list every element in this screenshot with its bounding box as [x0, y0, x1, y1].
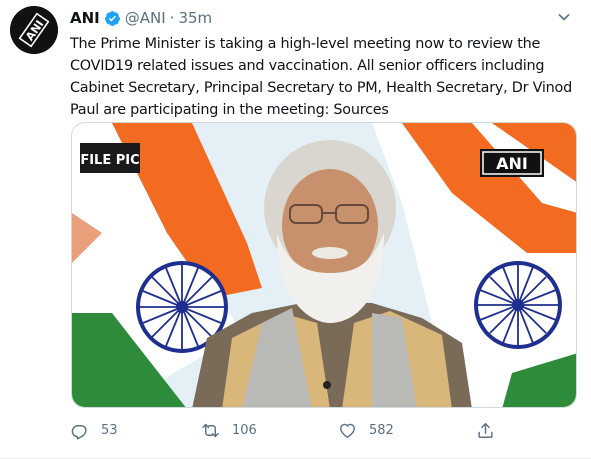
- author-name[interactable]: ANI: [70, 9, 100, 27]
- retweet-count: 106: [232, 422, 257, 438]
- heart-icon: [340, 423, 355, 438]
- ani-logo-icon: ANI: [10, 6, 58, 54]
- avatar[interactable]: ANI: [10, 6, 58, 54]
- separator-dot: ·: [169, 9, 175, 27]
- chevron-down-icon: [558, 14, 570, 21]
- timestamp[interactable]: 35m: [178, 9, 212, 27]
- file-pic-label: FILE PIC: [80, 153, 139, 168]
- author-handle[interactable]: @ANI: [125, 9, 166, 27]
- verified-badge-icon: [104, 10, 120, 26]
- reply-button[interactable]: 53: [70, 416, 118, 444]
- like-button[interactable]: 582: [338, 416, 394, 444]
- tweet-header: ANI @ANI · 35m: [70, 7, 212, 29]
- retweet-icon: [202, 423, 219, 437]
- share-button[interactable]: [476, 416, 495, 444]
- tweet[interactable]: ANI ANI @ANI · 35m The Prime Minister is…: [0, 0, 591, 459]
- share-icon: [478, 422, 493, 438]
- retweet-button[interactable]: 106: [201, 416, 257, 444]
- tweet-media[interactable]: FILE PIC ANI: [71, 122, 577, 408]
- ani-watermark: ANI: [480, 149, 544, 177]
- reply-count: 53: [101, 422, 118, 438]
- tweet-actions: 53 106 582: [70, 416, 510, 444]
- media-photo: FILE PIC ANI: [72, 123, 576, 407]
- like-count: 582: [369, 422, 394, 438]
- file-pic-badge: FILE PIC: [80, 143, 140, 173]
- tweet-text: The Prime Minister is taking a high-leve…: [70, 36, 572, 118]
- reply-icon: [71, 424, 87, 440]
- more-options-button[interactable]: [549, 6, 579, 28]
- ani-watermark-label: ANI: [496, 154, 528, 173]
